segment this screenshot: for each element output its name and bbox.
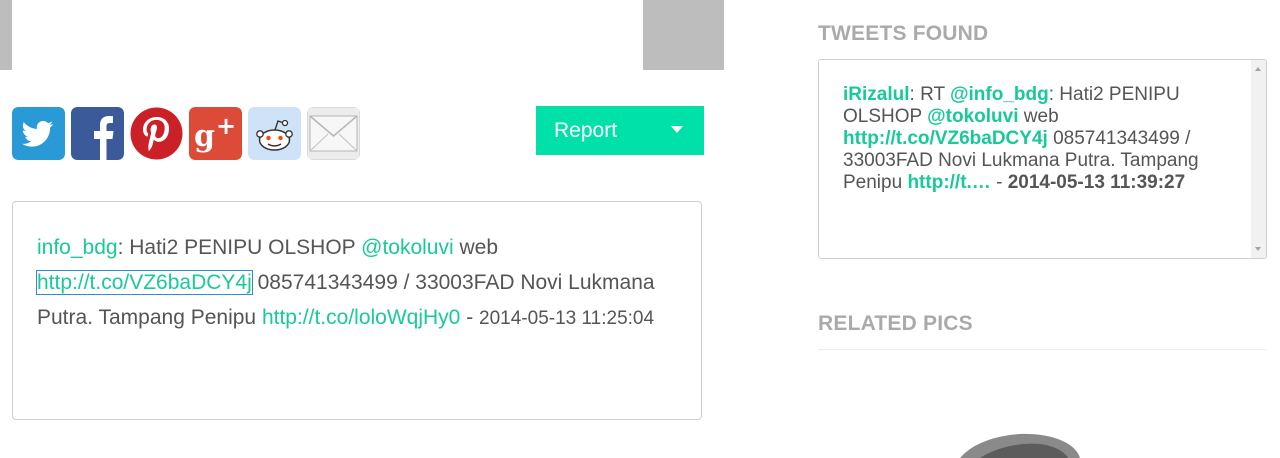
tweets-found-list[interactable]: iRizalul: RT @info_bdg: Hati2 PENIPU OLS… <box>818 59 1267 259</box>
found-text: : RT <box>909 84 950 105</box>
related-pic-thumbnail[interactable] <box>940 428 1090 458</box>
found-scrollbar[interactable] <box>1251 60 1266 258</box>
found-url-link[interactable]: http://t.co/VZ6baDCY4j <box>843 128 1048 149</box>
tweet-url-link[interactable]: http://t.co/VZ6baDCY4j <box>36 270 253 295</box>
mention-link[interactable]: @tokoluvi <box>361 236 454 259</box>
media-left-edge <box>0 0 12 70</box>
found-media-link[interactable]: http://t.… <box>907 172 990 193</box>
found-user-link[interactable]: iRizalul <box>843 84 910 105</box>
reddit-icon[interactable] <box>248 107 301 160</box>
tweet-timestamp: 2014-05-13 11:25:04 <box>479 308 655 329</box>
found-text: web <box>1018 106 1059 127</box>
tweet-user-link[interactable]: info_bdg <box>37 236 118 259</box>
report-label: Report <box>554 119 618 142</box>
found-timestamp: 2014-05-13 11:39:27 <box>1007 172 1186 193</box>
scroll-up-icon[interactable] <box>1255 67 1261 71</box>
twitter-icon[interactable] <box>12 107 65 160</box>
report-dropdown-button[interactable]: Report <box>536 106 704 155</box>
found-mention-link[interactable]: @info_bdg <box>950 84 1049 105</box>
tweet-media-banner <box>0 0 724 70</box>
tweet-text: Hati2 PENIPU OLSHOP <box>129 236 362 259</box>
svg-text:+: + <box>216 112 236 140</box>
tweet-separator: : <box>117 236 130 259</box>
found-tweet-item: iRizalul: RT @info_bdg: Hati2 PENIPU OLS… <box>843 84 1203 194</box>
facebook-icon[interactable] <box>71 107 124 160</box>
google-plus-icon[interactable]: g + <box>189 107 242 160</box>
svg-text:g: g <box>194 119 215 154</box>
tweet-text: - <box>460 306 480 329</box>
found-text: - <box>990 172 1008 193</box>
share-bar: g + <box>12 107 360 160</box>
found-mention-link[interactable]: @tokoluvi <box>927 106 1018 127</box>
media-right-edge <box>643 0 724 70</box>
section-divider <box>818 349 1267 350</box>
caret-down-icon <box>671 126 683 133</box>
tweet-media-link[interactable]: http://t.co/loloWqjHy0 <box>262 306 460 329</box>
tweet-text: web <box>453 236 499 259</box>
scroll-down-icon[interactable] <box>1255 247 1261 251</box>
tweet-content: info_bdg: Hati2 PENIPU OLSHOP @tokoluvi … <box>12 201 702 420</box>
tweets-found-heading: TWEETS FOUND <box>818 22 989 45</box>
email-icon[interactable] <box>307 107 360 160</box>
pinterest-icon[interactable] <box>130 107 183 160</box>
related-pics-heading: RELATED PICS <box>818 312 973 335</box>
